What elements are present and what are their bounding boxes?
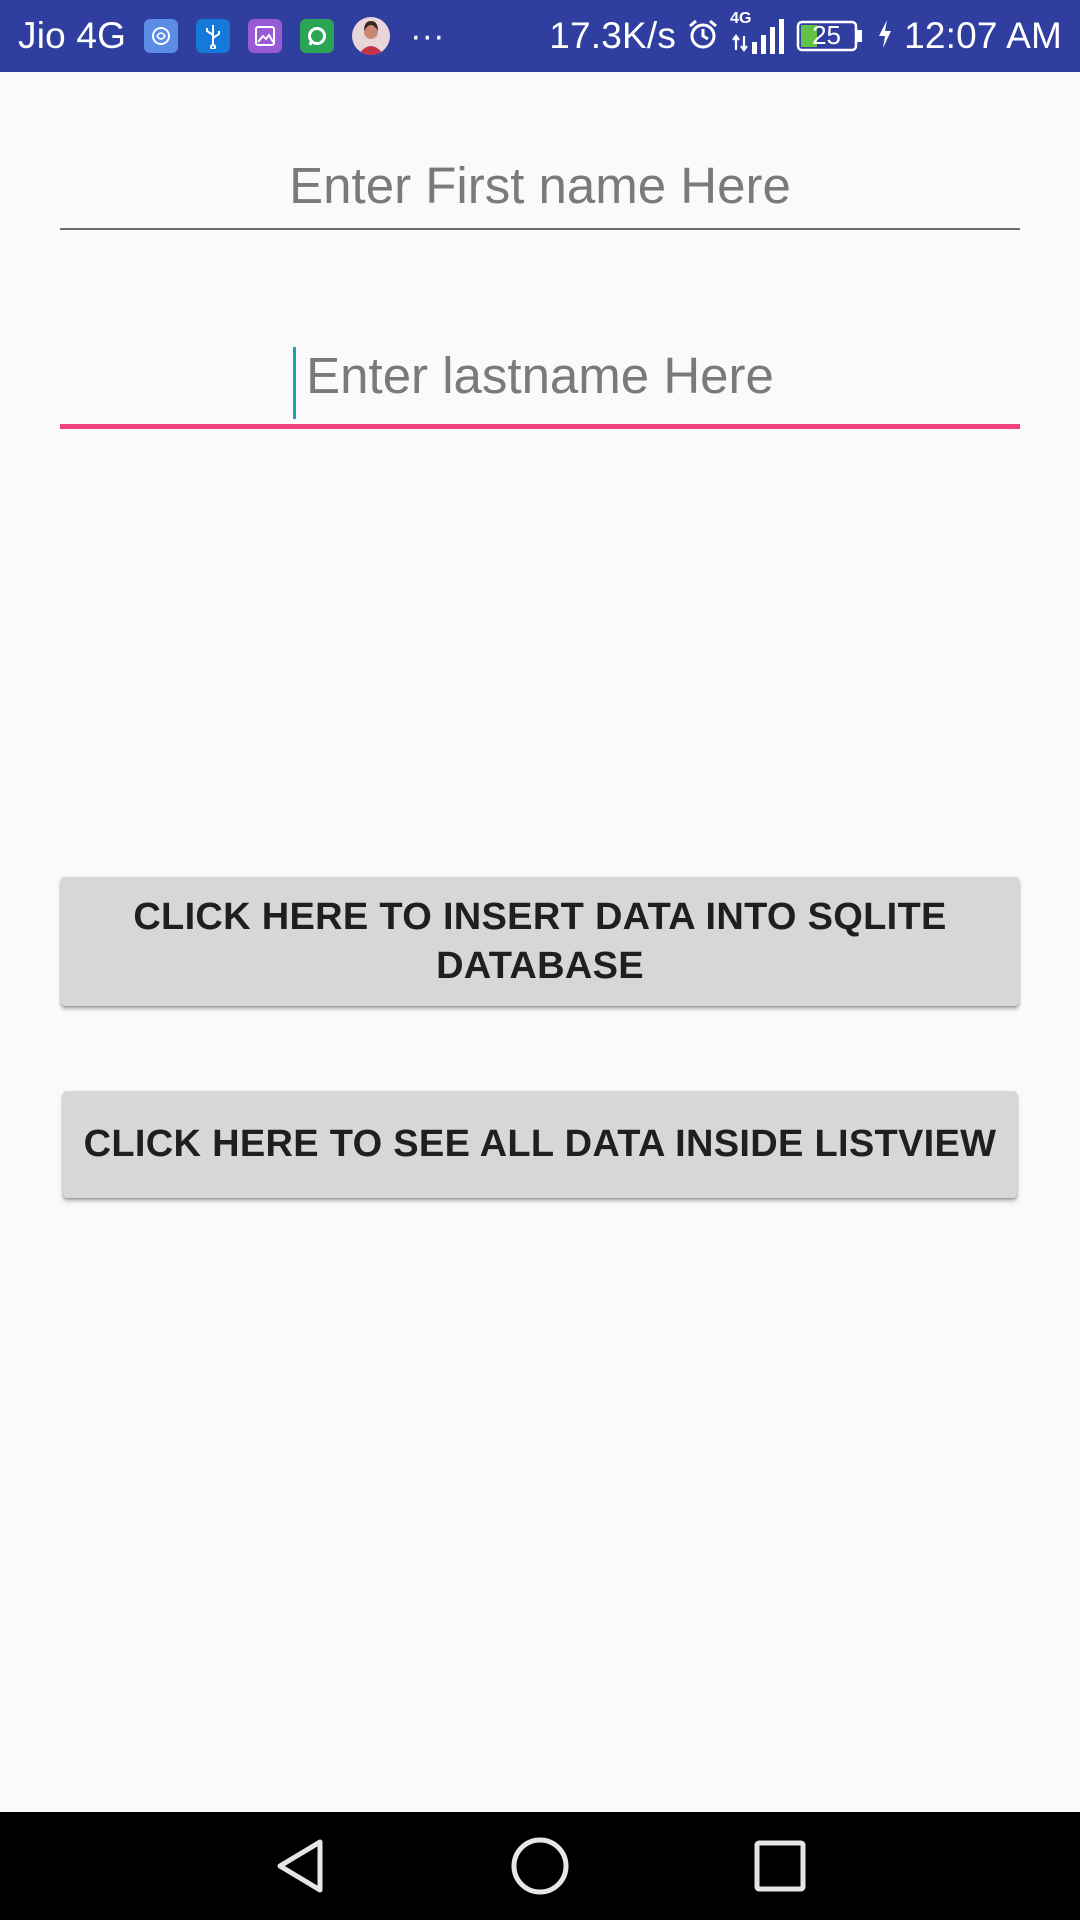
show-all-data-button[interactable]: CLICK HERE TO SEE ALL DATA INSIDE LISTVI… bbox=[63, 1091, 1017, 1198]
home-button[interactable] bbox=[480, 1812, 600, 1920]
battery-level: 25 bbox=[812, 20, 841, 50]
whatsapp-icon bbox=[300, 19, 335, 53]
app-screen: Jio 4G ··· 17.3K/s 4G 25 12:07 AM Enter … bbox=[0, 0, 1080, 1920]
clock: 12:07 AM bbox=[904, 15, 1062, 56]
alarm-icon bbox=[686, 17, 720, 56]
battery-icon: 25 bbox=[796, 19, 866, 53]
insert-data-button-label: CLICK HERE TO INSERT DATA INTO SQLITE DA… bbox=[133, 895, 947, 987]
signal-icon: 4G bbox=[730, 10, 786, 56]
signal-label: 4G bbox=[730, 10, 752, 27]
first-name-placeholder: Enter First name Here bbox=[289, 157, 791, 214]
app-notification-icon bbox=[144, 19, 179, 53]
last-name-underline bbox=[60, 424, 1020, 429]
recents-icon bbox=[754, 1840, 806, 1892]
last-name-field[interactable]: Enter lastname Here bbox=[60, 347, 1020, 432]
first-name-field[interactable]: Enter First name Here bbox=[60, 160, 1020, 232]
text-cursor bbox=[293, 347, 296, 419]
navigation-bar bbox=[0, 1812, 1080, 1920]
status-bar: Jio 4G ··· 17.3K/s 4G 25 12:07 AM bbox=[0, 0, 1080, 72]
recents-button[interactable] bbox=[720, 1812, 840, 1920]
show-all-data-button-label: CLICK HERE TO SEE ALL DATA INSIDE LISTVI… bbox=[83, 1123, 997, 1165]
back-button[interactable] bbox=[240, 1812, 360, 1920]
carrier-label: Jio 4G bbox=[18, 15, 127, 56]
last-name-placeholder: Enter lastname Here bbox=[306, 347, 774, 404]
more-notifications-icon: ··· bbox=[410, 17, 445, 55]
charging-icon bbox=[876, 18, 894, 55]
home-icon bbox=[511, 1837, 569, 1895]
contact-avatar bbox=[352, 17, 391, 55]
insert-data-button[interactable]: CLICK HERE TO INSERT DATA INTO SQLITE DA… bbox=[61, 877, 1019, 1006]
usb-icon bbox=[196, 19, 231, 53]
network-speed: 17.3K/s bbox=[549, 15, 677, 56]
back-icon bbox=[277, 1839, 323, 1893]
gallery-icon bbox=[248, 19, 283, 53]
first-name-underline bbox=[60, 228, 1020, 230]
